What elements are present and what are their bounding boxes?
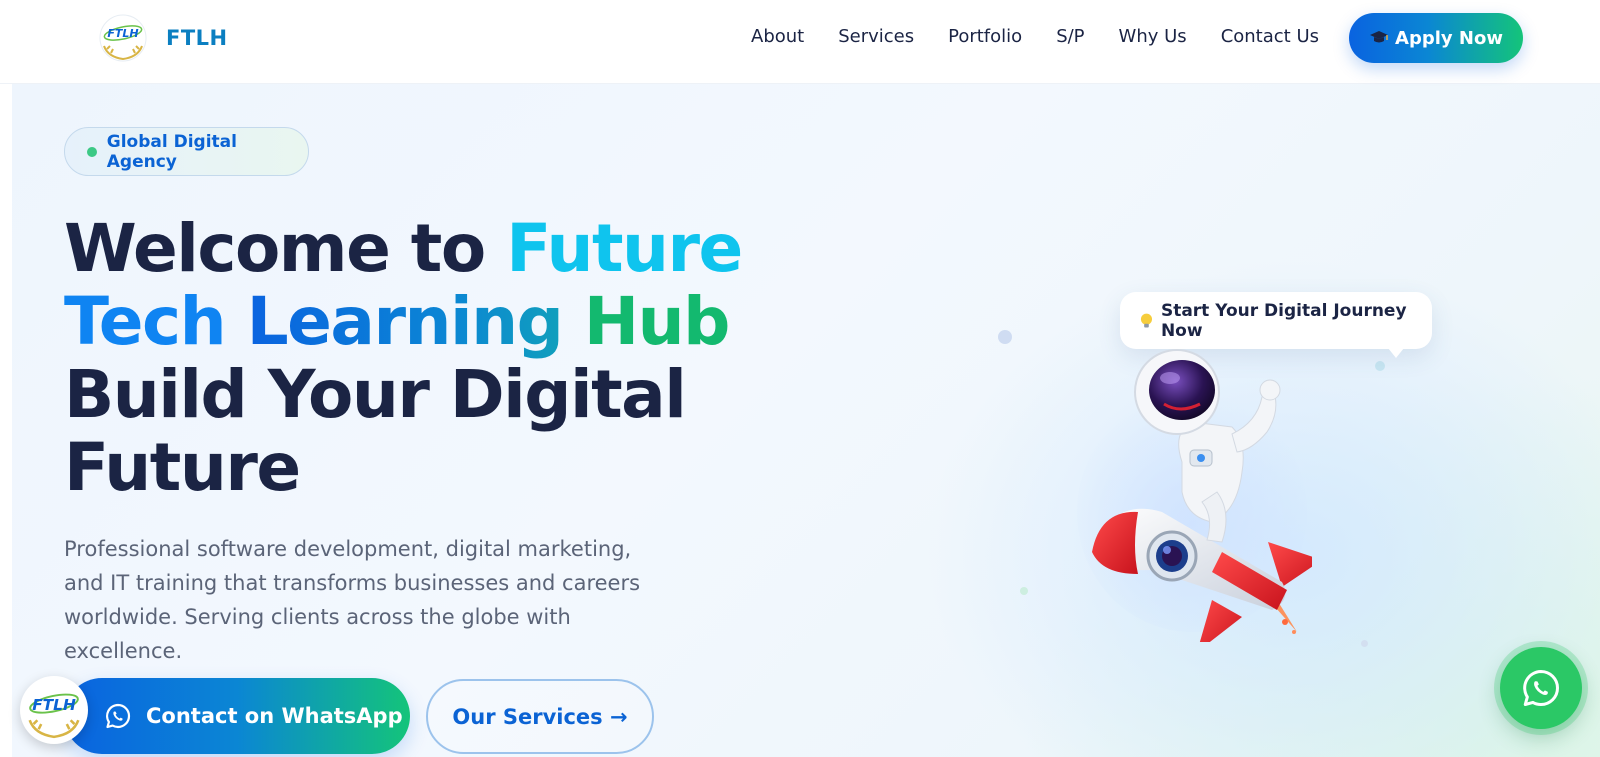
hero-headline: Welcome to Future Tech Learning Hub Buil… <box>64 210 743 506</box>
logo-badge: FTLH <box>98 13 148 63</box>
agency-badge: Global Digital Agency <box>64 127 309 176</box>
headline-line-3: Build Your Digital <box>64 356 687 433</box>
headline-welcome: Welcome to <box>64 210 507 287</box>
lightbulb-icon <box>1140 313 1153 327</box>
nav-sp[interactable]: S/P <box>1056 24 1084 50</box>
nav-about[interactable]: About <box>751 24 804 50</box>
floating-logo-badge[interactable]: FTLH <box>20 676 88 744</box>
our-services-label: Our Services → <box>452 704 628 729</box>
whatsapp-icon <box>1523 670 1559 707</box>
contact-whatsapp-label: Contact on WhatsApp <box>146 704 403 728</box>
headline-line-4: Future <box>64 429 301 506</box>
nav-contact-us[interactable]: Contact Us <box>1221 24 1319 50</box>
whatsapp-icon <box>106 703 131 729</box>
headline-line-2: Tech Learning Hub <box>64 285 742 358</box>
journey-speech-bubble: Start Your Digital Journey Now <box>1120 292 1432 358</box>
headline-future: Future <box>506 210 743 287</box>
our-services-button[interactable]: Our Services → <box>426 679 654 754</box>
decor-dot <box>1375 361 1385 371</box>
agency-badge-label: Global Digital Agency <box>106 131 237 172</box>
contact-whatsapp-button[interactable]: Contact on WhatsApp <box>64 678 410 754</box>
site-header: FTLH FTLH About Services Portfolio S/P W… <box>0 0 1600 84</box>
decor-dot <box>1361 640 1368 647</box>
svg-text:FTLH: FTLH <box>32 696 76 714</box>
nav-portfolio[interactable]: Portfolio <box>948 24 1022 50</box>
apply-now-label: Apply Now <box>1395 27 1503 49</box>
graduation-cap-icon <box>1370 31 1389 43</box>
left-edge-strip <box>0 84 12 757</box>
astronaut-rocket-illustration <box>1077 349 1312 642</box>
hero-section: Global Digital Agency Welcome to Future … <box>12 84 1600 757</box>
journey-bubble-text: Start Your Digital Journey Now <box>1160 300 1407 341</box>
logo-emblem-icon: FTLH <box>28 693 80 739</box>
apply-now-button[interactable]: Apply Now <box>1349 13 1523 63</box>
floating-whatsapp-button[interactable] <box>1500 647 1582 729</box>
headline-tech: Tech <box>64 283 247 360</box>
decor-dot <box>1020 587 1028 595</box>
hero-description: Professional software development, digit… <box>64 537 641 663</box>
logo-link[interactable]: FTLH FTLH <box>98 13 228 63</box>
logo-emblem-icon: FTLH <box>99 14 147 62</box>
svg-text:FTLH: FTLH <box>107 27 138 40</box>
brand-name: FTLH <box>166 26 228 50</box>
nav-why-us[interactable]: Why Us <box>1119 24 1187 50</box>
headline-hub: Hub <box>583 283 730 360</box>
status-dot <box>87 146 97 157</box>
decor-dot <box>998 330 1012 344</box>
headline-line-1: Welcome to Future <box>64 210 743 287</box>
main-nav: About Services Portfolio S/P Why Us Cont… <box>751 24 1353 50</box>
headline-learning: Learning <box>246 283 584 360</box>
nav-services[interactable]: Services <box>838 24 914 50</box>
